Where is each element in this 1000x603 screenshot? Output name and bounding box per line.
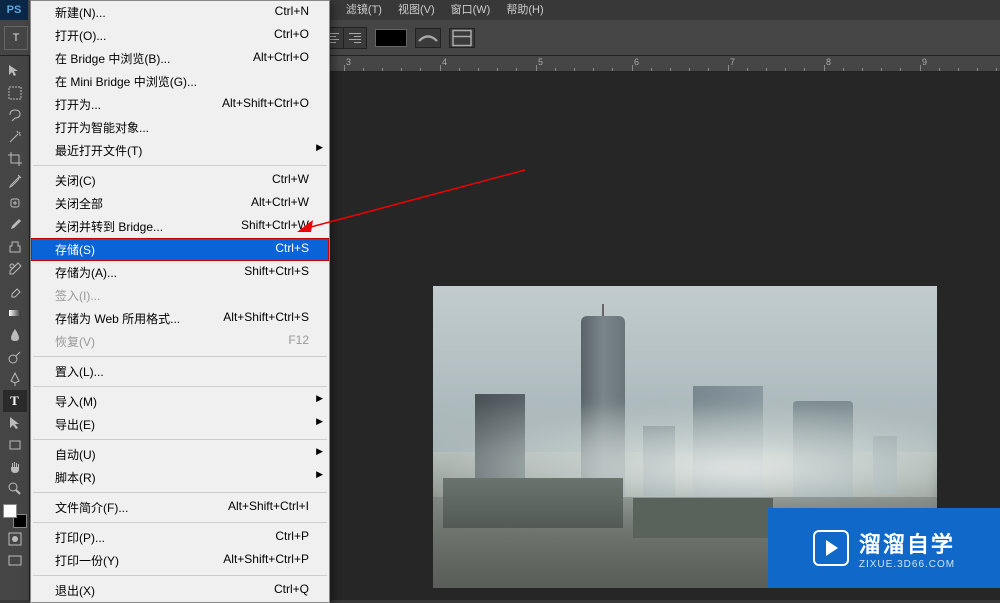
menu-item-web[interactable]: 存储为 Web 所用格式...Alt+Shift+Ctrl+S <box>31 307 329 330</box>
quick-mask-toggle[interactable] <box>3 528 27 550</box>
healing-brush-tool[interactable] <box>3 192 27 214</box>
menu-separator <box>33 356 327 357</box>
menu-item-v: 恢复(V)F12 <box>31 330 329 353</box>
menu-item-r[interactable]: 脚本(R)▶ <box>31 466 329 489</box>
path-selection-tool[interactable] <box>3 412 27 434</box>
menu-w[interactable]: 窗口(W) <box>443 0 499 20</box>
menu-item-s[interactable]: 存储(S)Ctrl+S <box>31 238 329 261</box>
color-swatches[interactable] <box>3 504 27 528</box>
menu-item-[interactable]: 打开为...Alt+Shift+Ctrl+O <box>31 93 329 116</box>
menu-item-m[interactable]: 导入(M)▶ <box>31 390 329 413</box>
menu-item-[interactable]: 关闭全部Alt+Ctrl+W <box>31 192 329 215</box>
watermark-url: ZIXUE.3D66.COM <box>859 559 955 570</box>
align-right-button[interactable] <box>344 28 366 48</box>
menu-item-l[interactable]: 置入(L)... <box>31 360 329 383</box>
menu-separator <box>33 439 327 440</box>
menu-item-f[interactable]: 文件简介(F)...Alt+Shift+Ctrl+I <box>31 496 329 519</box>
lasso-tool[interactable] <box>3 104 27 126</box>
watermark-banner: 溜溜自学 ZIXUE.3D66.COM <box>768 508 1000 588</box>
file-menu-dropdown: 新建(N)...Ctrl+N打开(O)...Ctrl+O在 Bridge 中浏览… <box>30 0 330 603</box>
rectangle-tool[interactable] <box>3 434 27 456</box>
gradient-tool[interactable] <box>3 302 27 324</box>
menu-item-i: 签入(I)... <box>31 284 329 307</box>
menu-item-t[interactable]: 最近打开文件(T)▶ <box>31 139 329 162</box>
watermark-title: 溜溜自学 <box>859 527 955 559</box>
menu-t[interactable]: 滤镜(T) <box>338 0 390 20</box>
history-brush-tool[interactable] <box>3 258 27 280</box>
menu-item-u[interactable]: 自动(U)▶ <box>31 443 329 466</box>
foreground-color[interactable] <box>3 504 17 518</box>
hand-tool[interactable] <box>3 456 27 478</box>
menu-separator <box>33 165 327 166</box>
dodge-tool[interactable] <box>3 346 27 368</box>
clone-stamp-tool[interactable] <box>3 236 27 258</box>
eyedropper-tool[interactable] <box>3 170 27 192</box>
menu-h[interactable]: 帮助(H) <box>498 0 551 20</box>
menu-item-p[interactable]: 打印(P)...Ctrl+P <box>31 526 329 549</box>
magic-wand-tool[interactable] <box>3 126 27 148</box>
menu-separator <box>33 492 327 493</box>
eraser-tool[interactable] <box>3 280 27 302</box>
menu-item-x[interactable]: 退出(X)Ctrl+Q <box>31 579 329 602</box>
app-logo: PS <box>0 0 28 20</box>
menu-item-bridgeb[interactable]: 在 Bridge 中浏览(B)...Alt+Ctrl+O <box>31 47 329 70</box>
screen-mode-toggle[interactable] <box>3 550 27 572</box>
zoom-tool[interactable] <box>3 478 27 500</box>
marquee-tool[interactable] <box>3 82 27 104</box>
type-tool[interactable]: T <box>3 390 27 412</box>
move-tool[interactable] <box>3 60 27 82</box>
play-icon <box>813 530 849 566</box>
menu-item-a[interactable]: 存储为(A)...Shift+Ctrl+S <box>31 261 329 284</box>
menu-item-bridge[interactable]: 关闭并转到 Bridge...Shift+Ctrl+W <box>31 215 329 238</box>
menu-item-n[interactable]: 新建(N)...Ctrl+N <box>31 1 329 24</box>
text-color-swatch[interactable] <box>375 29 407 47</box>
blur-tool[interactable] <box>3 324 27 346</box>
menu-item-o[interactable]: 打开(O)...Ctrl+O <box>31 24 329 47</box>
pen-tool[interactable] <box>3 368 27 390</box>
menu-separator <box>33 575 327 576</box>
menu-item-e[interactable]: 导出(E)▶ <box>31 413 329 436</box>
menu-separator <box>33 522 327 523</box>
menu-item-y[interactable]: 打印一份(Y)Alt+Shift+Ctrl+P <box>31 549 329 572</box>
warp-text-button[interactable] <box>415 28 441 48</box>
menu-v[interactable]: 视图(V) <box>390 0 443 20</box>
crop-tool[interactable] <box>3 148 27 170</box>
menu-item-c[interactable]: 关闭(C)Ctrl+W <box>31 169 329 192</box>
menu-item-minibridgeg[interactable]: 在 Mini Bridge 中浏览(G)... <box>31 70 329 93</box>
menu-item-[interactable]: 打开为智能对象... <box>31 116 329 139</box>
active-tool-indicator[interactable]: T <box>4 26 28 50</box>
character-panel-button[interactable] <box>449 28 475 48</box>
tools-panel: T <box>0 56 30 600</box>
menu-separator <box>33 386 327 387</box>
brush-tool[interactable] <box>3 214 27 236</box>
